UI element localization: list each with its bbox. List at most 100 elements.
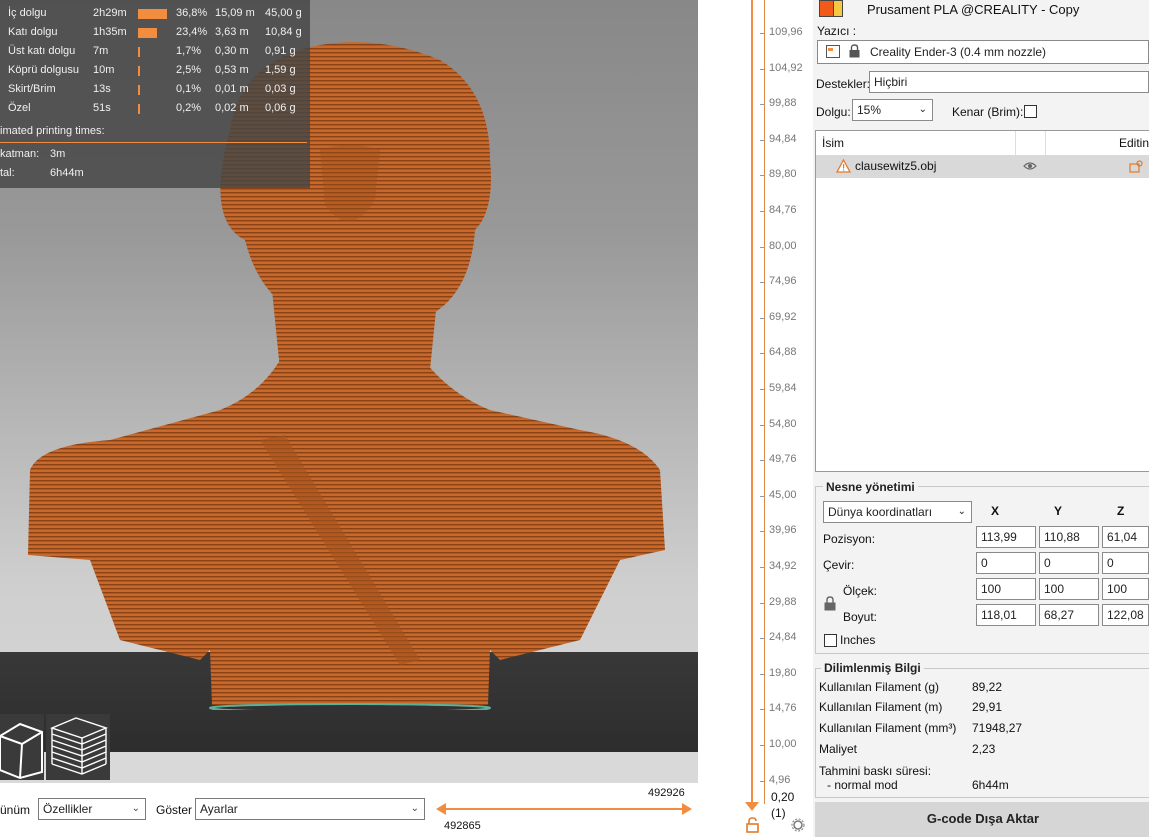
- vertical-layer-slider[interactable]: 109,96 104,92 99,88 94,84 89,80 84,76 80,00 74,…: [698, 0, 813, 837]
- coordinate-system-select[interactable]: Dünya koordinatları ⌄: [823, 501, 972, 523]
- infill-select[interactable]: 15% ⌄: [852, 99, 933, 121]
- lock-icon[interactable]: [824, 596, 836, 611]
- iso-view-icon: [0, 722, 43, 780]
- slider-right-thumb: [682, 803, 692, 815]
- stats-row: Skirt/Brim 13s 0,1% 0,01 m 0,03 g: [0, 81, 310, 99]
- stats-bar: [138, 47, 140, 57]
- vslider-tick-label: 89,80: [769, 168, 797, 181]
- vslider-bottom-thumb[interactable]: [745, 802, 759, 812]
- cost-label: Maliyet: [819, 742, 858, 756]
- vslider-tick-label: 34,92: [769, 560, 797, 572]
- stats-time: 13s: [93, 83, 111, 95]
- filament-preset[interactable]: Prusament PLA @CREALITY - Copy: [867, 2, 1079, 17]
- position-z-input[interactable]: 61,04: [1102, 526, 1149, 548]
- stats-length: 0,01 m: [215, 83, 249, 95]
- stats-bar: [138, 66, 140, 76]
- eye-icon[interactable]: [1023, 161, 1037, 171]
- vslider-tick-label: 54,80: [769, 417, 797, 430]
- stats-name: Üst katı dolgu: [8, 45, 76, 57]
- scale-z-input[interactable]: 100: [1102, 578, 1149, 600]
- printer-select[interactable]: Creality Ender-3 (0.4 mm nozzle): [817, 40, 1149, 64]
- inches-label: Inches: [840, 633, 876, 647]
- vslider-bottom-layer: (1): [771, 806, 786, 820]
- filament-color-swatch[interactable]: [819, 0, 843, 17]
- vslider-tick-label: 14,76: [769, 702, 797, 715]
- edit-settings-icon[interactable]: [1129, 160, 1143, 173]
- scale-y-input[interactable]: 100: [1039, 578, 1099, 600]
- vslider-tick-mark: [760, 389, 765, 390]
- infill-label: Dolgu:: [816, 105, 851, 119]
- stats-percent: 0,1%: [176, 83, 202, 95]
- rotate-x-input[interactable]: 0: [976, 552, 1036, 574]
- vslider-tick-mark: [760, 673, 765, 675]
- stats-name: Köprü dolgusu: [8, 64, 79, 76]
- chevron-down-icon: ⌄: [957, 506, 966, 517]
- vslider-tick-label: 99,88: [769, 97, 797, 110]
- stats-row: Köprü dolgusu 10m 2,5% 0,53 m 1,59 g: [0, 62, 310, 80]
- view-type-value: Özellikler: [43, 802, 93, 816]
- stats-row: İç dolgu 2h29m 36,8% 15,09 m 45,00 g: [0, 5, 310, 23]
- position-x-input[interactable]: 113,99: [976, 526, 1036, 548]
- rotate-z-input[interactable]: 0: [1102, 552, 1149, 574]
- export-gcode-button[interactable]: G-code Dışa Aktar: [815, 802, 1149, 837]
- unlock-icon[interactable]: [746, 817, 760, 833]
- gear-icon[interactable]: [791, 818, 805, 832]
- vslider-tick-label: 64,88: [769, 346, 797, 359]
- vslider-tick-label: 10,00: [769, 738, 797, 750]
- layer-range-line: [751, 0, 753, 804]
- stats-name: İç dolgu: [8, 7, 47, 19]
- sliced-info-title: Dilimlenmiş Bilgi: [821, 661, 924, 675]
- vslider-tick-mark: [760, 638, 765, 640]
- vslider-tick-label: 39,96: [769, 524, 797, 537]
- vslider-tick-mark: [760, 317, 765, 319]
- object-name: clausewitz5.obj: [855, 159, 937, 173]
- layer-time-value: 3m: [50, 148, 66, 160]
- stats-bar: [138, 104, 140, 114]
- printer-label: Yazıcı :: [817, 24, 857, 38]
- vslider-tick-label: 104,92: [769, 61, 803, 74]
- axis-z-label: Z: [1117, 504, 1125, 518]
- vslider-tick-label: 109,96: [769, 26, 803, 38]
- size-y-input[interactable]: 68,27: [1039, 604, 1099, 626]
- total-time-label: tal:: [0, 167, 15, 179]
- layers-view-button[interactable]: [46, 714, 110, 780]
- vslider-tick-label: 74,96: [769, 275, 797, 288]
- stats-bar: [138, 9, 168, 19]
- supports-label: Destekler:: [816, 77, 871, 91]
- object-list-col-name: İsim: [822, 136, 844, 150]
- inches-checkbox[interactable]: [824, 634, 837, 647]
- stats-weight: 0,03 g: [265, 83, 296, 95]
- size-z-input[interactable]: 122,08: [1102, 604, 1149, 626]
- filament-mm3-value: 71948,27: [972, 721, 1023, 735]
- show-options-select[interactable]: Ayarlar ⌄: [195, 798, 425, 820]
- rotate-y-input[interactable]: 0: [1039, 552, 1099, 574]
- view-type-select[interactable]: Özellikler ⌄: [38, 798, 146, 820]
- hslider-upper-value: 492926: [648, 787, 685, 799]
- rotate-label: Çevir:: [823, 558, 855, 572]
- infill-value: 15%: [857, 103, 882, 117]
- 3d-viewport[interactable]: İç dolgu 2h29m 36,8% 15,09 m 45,00 g Katı dol…: [0, 0, 698, 783]
- estimated-times-title: imated printing times:: [0, 125, 105, 137]
- scale-x-input[interactable]: 100: [976, 578, 1036, 600]
- object-list[interactable]: İsim Editin clausewitz5.obj: [815, 130, 1149, 472]
- iso-view-button[interactable]: [0, 714, 44, 780]
- warning-icon[interactable]: [836, 159, 851, 173]
- vslider-tick-mark: [760, 68, 765, 70]
- stats-weight: 1,59 g: [265, 64, 296, 76]
- vslider-tick-label: 80,00: [769, 239, 797, 252]
- layer-time-label: katman:: [0, 148, 40, 160]
- supports-select[interactable]: Hiçbiri: [869, 71, 1149, 93]
- filament-mm3-label: Kullanılan Filament (mm³): [819, 721, 957, 735]
- position-y-input[interactable]: 110,88: [1039, 526, 1099, 548]
- sidebar-panel: Prusament PLA @CREALITY - Copy Yazıcı : …: [813, 0, 1149, 837]
- vslider-tick-label: 69,92: [769, 310, 797, 323]
- brim-checkbox[interactable]: [1024, 105, 1037, 118]
- object-list-col-editing: Editin: [1119, 136, 1149, 150]
- position-label: Pozisyon:: [823, 532, 876, 546]
- slider-left-thumb: [436, 803, 446, 815]
- object-list-item[interactable]: clausewitz5.obj: [816, 155, 1149, 178]
- size-label: Boyut:: [843, 610, 878, 624]
- size-x-input[interactable]: 118,01: [976, 604, 1036, 626]
- stats-time: 10m: [93, 64, 115, 76]
- horizontal-layer-slider[interactable]: [434, 801, 696, 817]
